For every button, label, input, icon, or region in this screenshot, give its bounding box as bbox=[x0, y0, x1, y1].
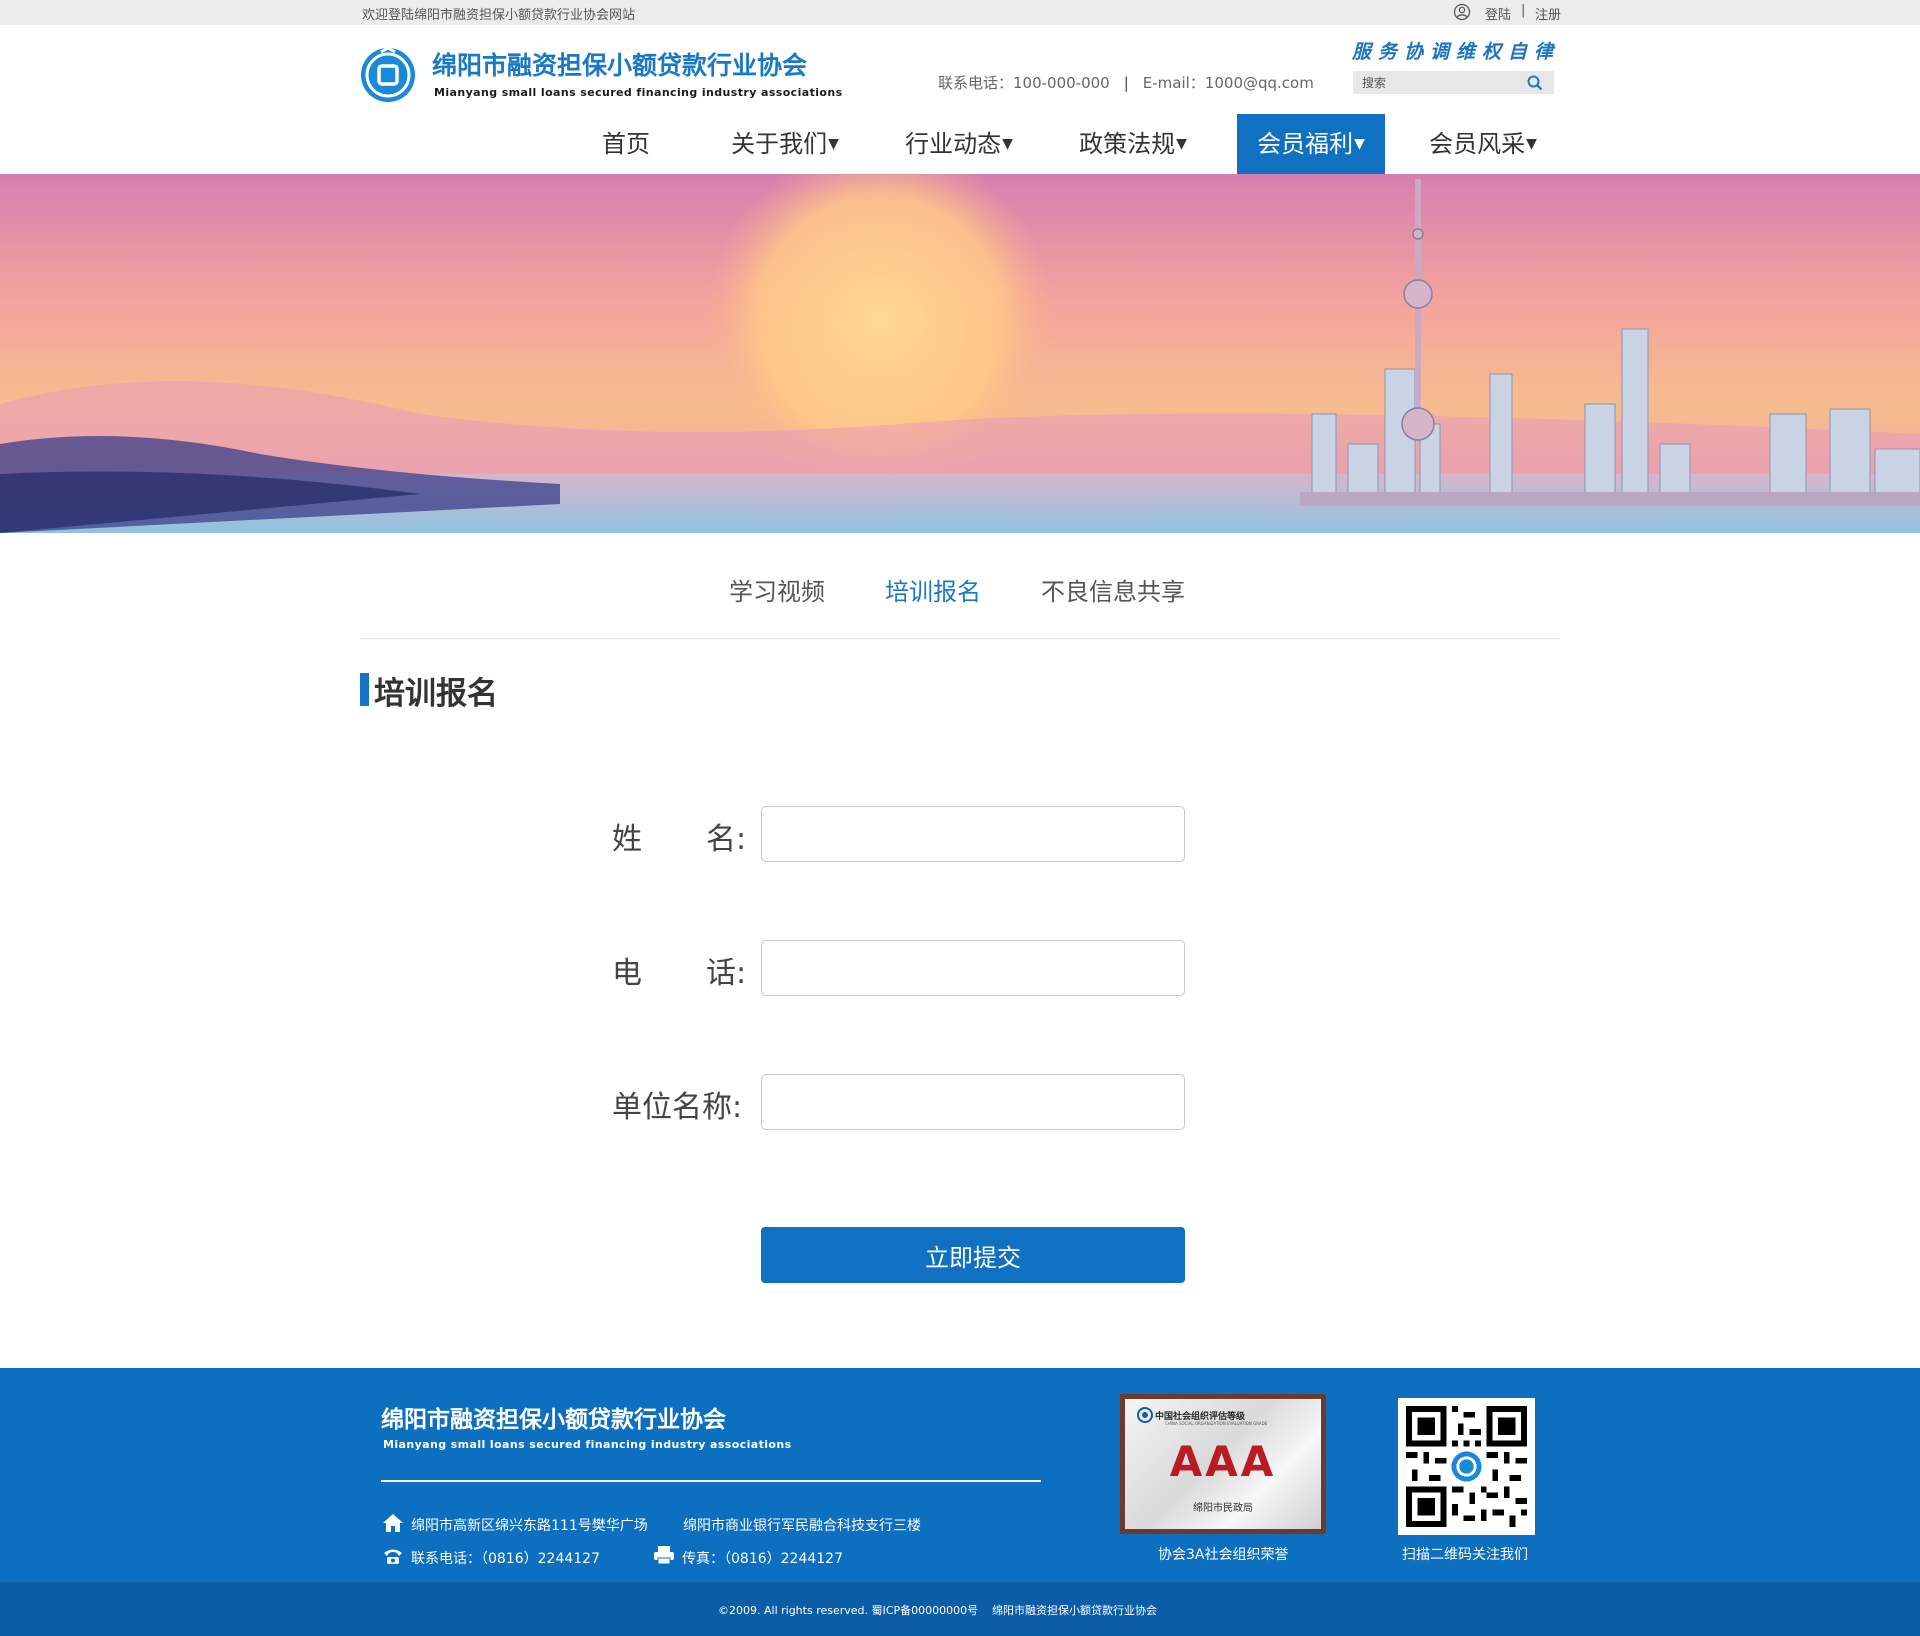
subnav-learning-videos[interactable]: 学习视频 bbox=[729, 572, 825, 607]
subnav-training-signup[interactable]: 培训报名 bbox=[885, 572, 981, 607]
qr-code bbox=[1398, 1398, 1535, 1535]
name-field[interactable] bbox=[761, 806, 1185, 862]
nav-item-label: 政策法规 bbox=[1079, 130, 1176, 158]
nav-item-policies[interactable]: 政策法规▼ bbox=[1068, 114, 1198, 174]
award-subheading: CHINA SOCIAL ORGANIZATION EVALUATION GRA… bbox=[1165, 1421, 1268, 1426]
slogan: 服务协调维权自律 bbox=[1352, 41, 1561, 63]
nav-item-about[interactable]: 关于我们▼ bbox=[720, 114, 850, 174]
register-link[interactable]: 注册 bbox=[1535, 4, 1561, 23]
title-accent-bar bbox=[360, 673, 369, 706]
search-input[interactable] bbox=[1353, 71, 1523, 94]
header-email: E-mail：1000@qq.com bbox=[1142, 74, 1314, 92]
footer-address-1: 绵阳市高新区绵兴东路111号樊华广场 bbox=[411, 1518, 648, 1534]
submit-button[interactable]: 立即提交 bbox=[761, 1227, 1185, 1283]
search-icon[interactable] bbox=[1526, 74, 1544, 92]
home-icon bbox=[383, 1514, 403, 1532]
subnav-bad-info-sharing[interactable]: 不良信息共享 bbox=[1041, 572, 1185, 607]
chevron-down-icon: ▼ bbox=[1354, 136, 1365, 152]
contact-separator: | bbox=[1123, 74, 1129, 92]
nav-item-label: 会员风采 bbox=[1429, 130, 1526, 158]
footer-org-name-en: Mianyang small loans secured financing i… bbox=[383, 1438, 792, 1451]
nav-item-member-benefits[interactable]: 会员福利▼ bbox=[1237, 114, 1385, 174]
site-subtitle: Mianyang small loans secured financing i… bbox=[434, 86, 843, 99]
footer bbox=[0, 1368, 1920, 1582]
nav-item-label: 会员福利 bbox=[1257, 130, 1354, 158]
award-logo-icon bbox=[1137, 1407, 1153, 1423]
site-title[interactable]: 绵阳市融资担保小额贷款行业协会 bbox=[432, 46, 807, 82]
banner-image bbox=[0, 174, 1920, 533]
chevron-down-icon: ▼ bbox=[1002, 136, 1013, 152]
chevron-down-icon: ▼ bbox=[1526, 136, 1537, 152]
logo-icon[interactable] bbox=[359, 46, 417, 104]
company-label: 单位名称: bbox=[612, 1090, 743, 1125]
header-contact: 联系电话：100-000-000 | E-mail：1000@qq.com bbox=[938, 72, 1314, 93]
award-grade: AAA bbox=[1169, 1437, 1277, 1486]
qr-caption: 扫描二维码关注我们 bbox=[1402, 1547, 1528, 1563]
footer-divider bbox=[381, 1480, 1041, 1482]
user-icon bbox=[1453, 3, 1471, 21]
phone-label-part-2: 话: bbox=[706, 956, 747, 991]
qr-code-icon bbox=[1406, 1406, 1527, 1527]
nav-item-label: 关于我们 bbox=[731, 130, 828, 158]
login-link[interactable]: 登陆 bbox=[1485, 4, 1511, 23]
top-bar: 欢迎登陆绵阳市融资担保小额贷款行业协会网站 登陆 | 注册 bbox=[0, 0, 1920, 25]
divider bbox=[360, 638, 1560, 639]
welcome-text: 欢迎登陆绵阳市融资担保小额贷款行业协会网站 bbox=[362, 8, 636, 23]
copyright-org: 绵阳市融资担保小额贷款行业协会 bbox=[992, 1604, 1157, 1617]
topbar-separator: | bbox=[1521, 3, 1526, 18]
award-caption: 协会3A社会组织荣誉 bbox=[1158, 1547, 1289, 1563]
award-plaque: 中国社会组织评估等级 CHINA SOCIAL ORGANIZATION EVA… bbox=[1120, 1394, 1326, 1534]
footer-fax: 传真：（0816）2244127 bbox=[682, 1551, 843, 1567]
award-issuer: 绵阳市民政局 bbox=[1193, 1503, 1253, 1514]
name-label-part-2: 名: bbox=[706, 822, 747, 857]
phone-field[interactable] bbox=[761, 940, 1185, 996]
footer-phone: 联系电话：（0816）2244127 bbox=[411, 1551, 600, 1567]
nav-item-member-showcase[interactable]: 会员风采▼ bbox=[1418, 114, 1548, 174]
footer-address-2: 绵阳市商业银行军民融合科技支行三楼 bbox=[683, 1518, 921, 1534]
company-field[interactable] bbox=[761, 1074, 1185, 1130]
phone-label-part-1: 电 bbox=[612, 956, 642, 991]
nav-item-home[interactable]: 首页 bbox=[586, 114, 666, 174]
nav-item-industry-news[interactable]: 行业动态▼ bbox=[894, 114, 1024, 174]
chevron-down-icon: ▼ bbox=[1176, 136, 1187, 152]
section-title: 培训报名 bbox=[374, 676, 498, 712]
copyright-text: ©2009. All rights reserved. 蜀ICP备0000000… bbox=[718, 1604, 979, 1617]
search-box bbox=[1353, 71, 1554, 94]
nav-item-label: 行业动态 bbox=[905, 130, 1002, 158]
name-label-part-1: 姓 bbox=[612, 822, 642, 857]
header-phone: 联系电话：100-000-000 bbox=[938, 74, 1110, 92]
phone-icon bbox=[384, 1549, 402, 1564]
fax-icon bbox=[654, 1546, 674, 1565]
nav-item-label: 首页 bbox=[602, 130, 650, 158]
footer-org-name: 绵阳市融资担保小额贷款行业协会 bbox=[381, 1407, 726, 1433]
main-nav: 首页 关于我们▼ 行业动态▼ 政策法规▼ 会员福利▼ 会员风采▼ bbox=[0, 114, 1920, 174]
chevron-down-icon: ▼ bbox=[828, 136, 839, 152]
